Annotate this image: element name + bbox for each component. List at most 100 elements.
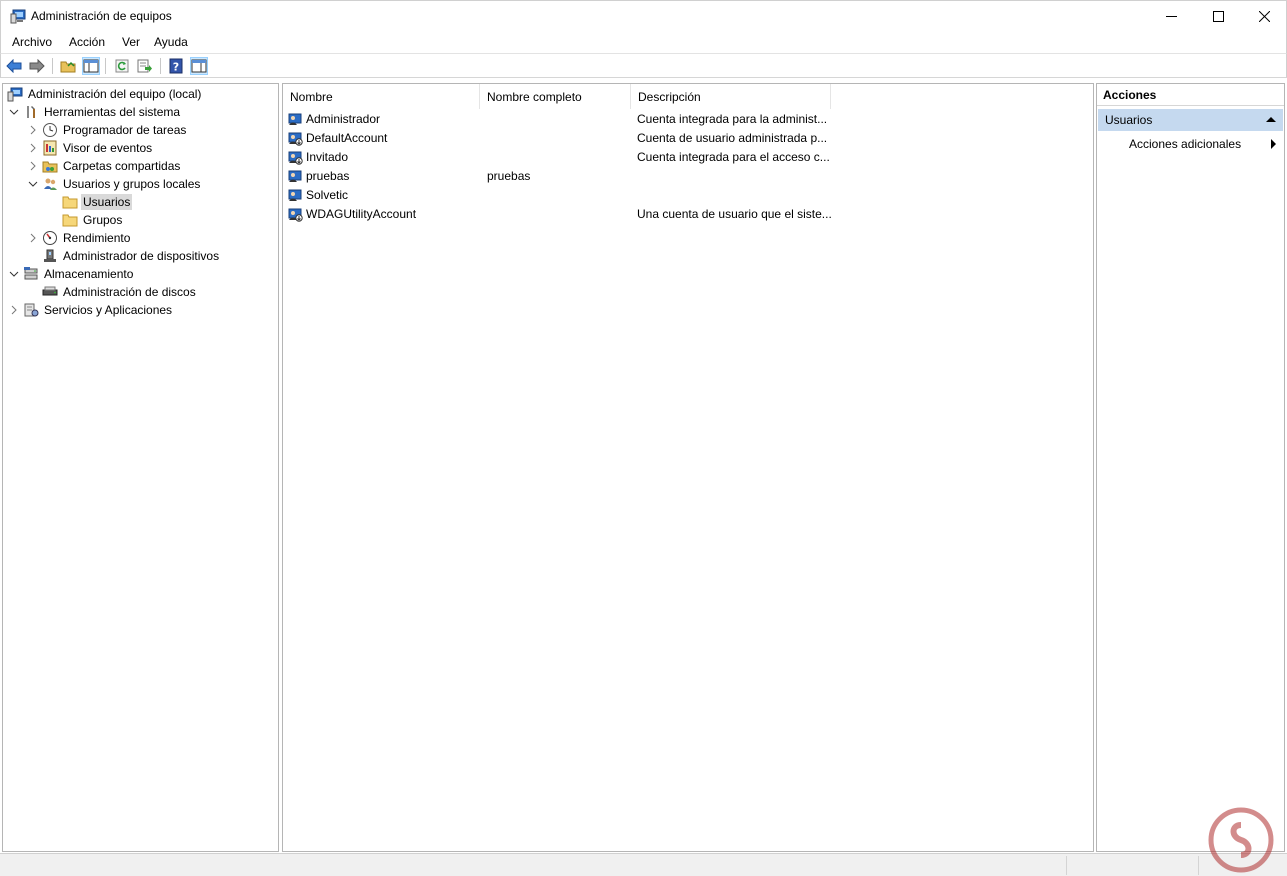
cell-name: pruebas xyxy=(306,169,350,183)
actions-section-usuarios[interactable]: Usuarios xyxy=(1098,109,1283,131)
tree-item-servicios[interactable]: Servicios y Aplicaciones xyxy=(9,301,174,319)
tree-item-carpetas[interactable]: Carpetas compartidas xyxy=(28,157,182,175)
tree-item-admin-dispositivos[interactable]: Administrador de dispositivos xyxy=(42,247,221,265)
menu-ver[interactable]: Ver xyxy=(122,35,140,49)
menu-bar: Archivo Acción Ver Ayuda xyxy=(0,31,1287,53)
back-icon xyxy=(6,59,22,73)
show-hide-action-pane-icon xyxy=(191,59,207,73)
close-icon xyxy=(1258,10,1270,22)
chevron-right-icon[interactable] xyxy=(9,305,19,315)
table-row[interactable]: Invitado Cuenta integrada para el acceso… xyxy=(287,148,1087,167)
maximize-icon xyxy=(1212,10,1224,22)
collapse-caret-icon[interactable] xyxy=(1266,117,1276,122)
tree-item-herramientas[interactable]: Herramientas del sistema xyxy=(9,103,182,121)
close-button[interactable] xyxy=(1241,1,1287,31)
tree-item-programador[interactable]: Programador de tareas xyxy=(28,121,188,139)
maximize-button[interactable] xyxy=(1195,1,1241,31)
tree-item-label: Administrador de dispositivos xyxy=(63,249,220,263)
column-header-nombre-completo[interactable]: Nombre completo xyxy=(480,84,631,109)
column-header-nombre[interactable]: Nombre xyxy=(283,84,480,109)
chevron-right-icon[interactable] xyxy=(28,233,38,243)
help-icon: ? xyxy=(169,58,183,74)
forward-button[interactable] xyxy=(28,57,46,75)
menu-archivo[interactable]: Archivo xyxy=(12,35,52,49)
tree-item-root[interactable]: Administración del equipo (local) xyxy=(7,85,203,103)
actions-title: Acciones xyxy=(1097,84,1284,106)
toolbar-separator xyxy=(160,58,161,74)
user-disabled-icon xyxy=(287,130,303,146)
menu-accion[interactable]: Acción xyxy=(69,35,105,49)
tree-item-label: Carpetas compartidas xyxy=(63,159,181,173)
tree-item-label: Programador de tareas xyxy=(63,123,187,137)
cell-name: Administrador xyxy=(306,112,381,126)
chevron-right-icon[interactable] xyxy=(28,143,38,153)
chevron-right-icon[interactable] xyxy=(28,161,38,171)
list-header: Nombre Nombre completo Descripción xyxy=(283,84,1093,109)
forward-icon xyxy=(29,59,45,73)
user-icon xyxy=(287,168,303,184)
refresh-button[interactable] xyxy=(113,57,131,75)
tree-item-usuarios-grupos[interactable]: Usuarios y grupos locales xyxy=(28,175,202,193)
submenu-arrow-icon xyxy=(1271,139,1276,149)
tree-item-almacenamiento[interactable]: Almacenamiento xyxy=(9,265,135,283)
tree-item-label: Usuarios y grupos locales xyxy=(63,177,201,191)
services-icon xyxy=(23,302,39,318)
more-actions-item[interactable]: Acciones adicionales xyxy=(1129,137,1241,151)
tree-item-visor-eventos[interactable]: Visor de eventos xyxy=(28,139,154,157)
status-bar xyxy=(0,853,1287,876)
tree-item-label: Almacenamiento xyxy=(44,267,134,281)
chevron-down-icon[interactable] xyxy=(9,107,19,117)
table-row[interactable]: WDAGUtilityAccount Una cuenta de usuario… xyxy=(287,205,1087,224)
actions-pane: Acciones Usuarios Acciones adicionales xyxy=(1096,83,1285,852)
tree-item-admin-discos[interactable]: Administración de discos xyxy=(42,283,198,301)
tools-icon xyxy=(23,104,39,120)
window-title: Administración de equipos xyxy=(31,9,172,23)
result-list: Nombre Nombre completo Descripción Admin… xyxy=(282,83,1094,852)
status-segment xyxy=(1066,856,1198,875)
cell-name: DefaultAccount xyxy=(306,131,388,145)
folder-icon xyxy=(62,194,78,210)
clock-icon xyxy=(42,122,58,138)
cell-description: Cuenta integrada para la administ... xyxy=(637,112,828,126)
tree-item-label: Visor de eventos xyxy=(63,141,153,155)
table-row[interactable]: DefaultAccount Cuenta de usuario adminis… xyxy=(287,129,1087,148)
menu-ayuda[interactable]: Ayuda xyxy=(154,35,188,49)
tree-item-label: Usuarios xyxy=(81,194,133,210)
table-row[interactable]: Solvetic xyxy=(287,186,1087,205)
cell-name: Invitado xyxy=(306,150,349,164)
shared-folder-icon xyxy=(42,158,58,174)
tree-item-label: Grupos xyxy=(83,213,123,227)
chevron-down-icon[interactable] xyxy=(28,179,38,189)
cell-description: Una cuenta de usuario que el siste... xyxy=(637,207,832,221)
up-folder-icon xyxy=(60,61,76,73)
tree-item-label: Administración del equipo (local) xyxy=(28,87,202,101)
user-disabled-icon xyxy=(287,149,303,165)
tree-item-rendimiento[interactable]: Rendimiento xyxy=(28,229,132,247)
computer-management-icon xyxy=(7,86,23,102)
user-icon xyxy=(287,111,303,127)
show-hide-console-tree-button[interactable] xyxy=(82,57,100,75)
show-hide-action-pane-button[interactable] xyxy=(190,57,208,75)
table-row[interactable]: pruebas pruebas xyxy=(287,167,1087,186)
folder-icon xyxy=(62,212,78,228)
back-button[interactable] xyxy=(5,57,23,75)
cell-fullname: pruebas xyxy=(487,169,531,183)
minimize-button[interactable] xyxy=(1148,1,1194,31)
actions-section-label: Usuarios xyxy=(1105,113,1153,127)
tree-item-label: Rendimiento xyxy=(63,231,131,245)
cell-name: WDAGUtilityAccount xyxy=(306,207,417,221)
table-row[interactable]: Administrador Cuenta integrada para la a… xyxy=(287,110,1087,129)
chevron-down-icon[interactable] xyxy=(9,269,19,279)
up-one-level-button[interactable] xyxy=(59,57,77,75)
chevron-right-icon[interactable] xyxy=(28,125,38,135)
tree-item-usuarios[interactable]: Usuarios xyxy=(62,193,133,211)
tree-item-label: Servicios y Aplicaciones xyxy=(44,303,173,317)
export-list-button[interactable] xyxy=(136,57,154,75)
tree-item-label: Herramientas del sistema xyxy=(44,105,181,119)
performance-icon xyxy=(42,230,58,246)
help-button[interactable]: ? xyxy=(167,57,185,75)
console-tree: Administración del equipo (local) Herram… xyxy=(2,83,279,852)
minimize-icon xyxy=(1165,15,1177,17)
tree-item-grupos[interactable]: Grupos xyxy=(62,211,124,229)
column-header-descripcion[interactable]: Descripción xyxy=(631,84,831,109)
